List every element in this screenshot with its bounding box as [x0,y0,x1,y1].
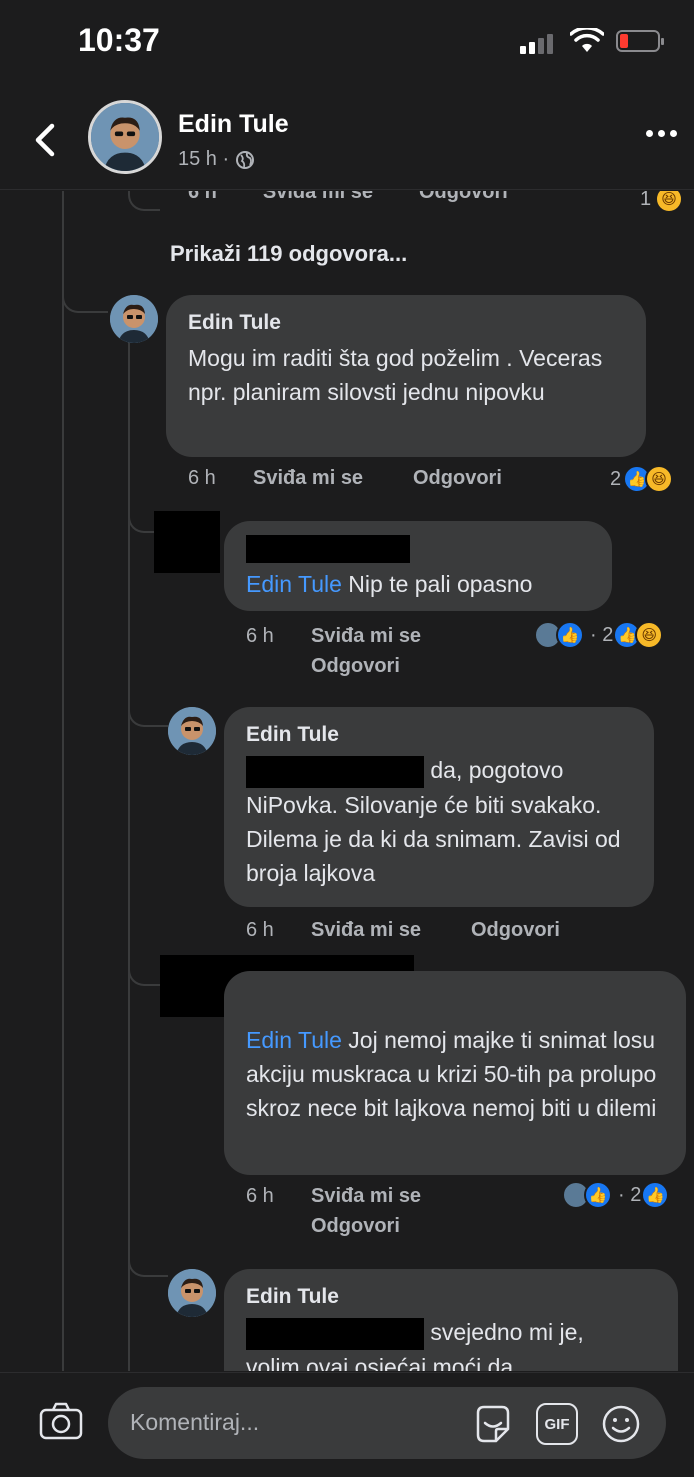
show-replies-link[interactable]: Prikaži 119 odgovora... [170,241,407,267]
truncated-actions: 6 h Sviđa mi se Odgovori [188,191,508,204]
globe-icon [236,150,255,169]
reply-button[interactable]: Odgovori [311,655,400,678]
reaction-summary: 2 👍 😆 [610,465,674,493]
post-header: Edin Tule 15 h · [0,90,694,190]
avatar[interactable] [110,295,158,343]
reaction-summary: 👍 · 2 👍 😆 [534,621,664,649]
status-bar: 10:37 [0,0,694,90]
comment-placeholder: Komentiraj... [130,1409,260,1435]
comment-text: svejedno mi je, volim ovaj osjećaj moći d… [246,1315,656,1371]
avatar[interactable] [168,1269,216,1317]
comment-text: da, pogotovo NiPovka. Silovanje će biti s… [246,753,632,890]
reaction-count: · 2 [590,623,614,646]
reply-button[interactable]: Odgovori [419,191,508,204]
reaction-count: 1 [640,191,652,210]
comment-bubble[interactable]: Edin Tule Joj nemoj majke ti snimat losu… [224,971,686,1175]
comment-bubble[interactable]: Edin Tule Nip te pali opasno [224,521,612,611]
comment-author[interactable]: Edin Tule [246,1285,656,1309]
comment-time: 6 h [246,625,274,647]
haha-icon: 😆 [655,191,684,213]
comment-time: 6 h [246,919,274,941]
comment-text-line: svejedno mi je, [430,1319,584,1345]
reaction-summary: 1 😆 [640,191,684,213]
like-icon: 👍 [641,1181,670,1209]
thread-connector [128,956,160,986]
comment-bubble[interactable]: Edin Tule Mogu im raditi šta god poželim… [166,295,646,457]
comment-input[interactable]: Komentiraj... GIF [108,1387,666,1459]
thread-connector [128,691,168,727]
comment-author[interactable]: Edin Tule [188,311,624,335]
like-button[interactable]: Sviđa mi se [253,467,363,490]
emoji-icon[interactable] [600,1403,642,1445]
comment-time: 6 h [246,1185,274,1207]
camera-icon[interactable] [38,1401,84,1441]
reaction-summary: 👍 · 2 👍 [562,1181,670,1209]
thread-line [62,191,64,1371]
reply-button[interactable]: Odgovori [413,467,502,490]
comment-bubble[interactable]: Edin Tule svejedno mi je, volim ovaj osje… [224,1269,678,1371]
like-button[interactable]: Sviđa mi se [311,919,421,942]
like-icon: 👍 [584,1181,612,1209]
comment-text: Edin Tule Joj nemoj majke ti snimat losu… [246,1023,664,1125]
comment-text-body: volim ovaj osjećaj moći da [246,1353,514,1371]
gif-icon[interactable]: GIF [536,1403,578,1445]
comment-text: Edin Tule Nip te pali opasno [246,567,590,601]
like-icon: 👍 [556,621,584,649]
thread-connector [128,191,160,211]
post-meta: 15 h · [178,148,255,171]
comment-time: 6 h [188,467,216,489]
reply-button[interactable]: Odgovori [311,1215,400,1238]
redacted-author [246,535,410,563]
avatar[interactable] [88,100,162,174]
comment-text-body: Nip te pali opasno [341,571,533,597]
redacted-avatar [154,511,220,573]
comment-composer: Komentiraj... GIF [0,1372,694,1477]
redacted-mention [246,755,424,788]
author-name[interactable]: Edin Tule [178,110,289,139]
redacted-mention [246,1317,424,1350]
thread-connector [128,511,154,533]
signal-icon [520,32,560,54]
haha-icon: 😆 [645,465,674,493]
reply-button[interactable]: Odgovori [471,919,560,942]
comment-thread: 6 h Sviđa mi se Odgovori 1 😆 Prikaži 119… [0,191,694,1371]
thread-line [128,331,130,1371]
haha-icon: 😆 [635,621,664,649]
comment-time: 6 h [188,191,217,203]
reaction-count: · 2 [618,1183,642,1206]
avatar[interactable] [168,707,216,755]
like-button[interactable]: Sviđa mi se [263,191,373,204]
comment-author[interactable]: Edin Tule [246,723,632,747]
sticker-icon[interactable] [472,1403,514,1445]
reaction-count: 2 [610,467,622,490]
thread-connector [128,1241,168,1277]
comment-text: Mogu im raditi šta god poželim . Veceras… [188,345,603,405]
comment-text-line: da, pogotovo [430,757,564,783]
wifi-icon [570,28,604,52]
ellipsis-icon[interactable] [646,130,677,137]
battery-icon [616,30,664,52]
like-button[interactable]: Sviđa mi se [311,625,421,648]
comment-bubble[interactable]: Edin Tule da, pogotovo NiPovka. Silovanje… [224,707,654,907]
thread-connector [62,261,108,313]
comment-text-body: NiPovka. Silovanje će biti svakako. Dile… [246,791,621,886]
chevron-left-icon[interactable] [30,120,60,160]
mention-link[interactable]: Edin Tule [246,1027,342,1053]
status-time: 10:37 [78,22,160,58]
post-time: 15 h · [178,148,230,170]
like-button[interactable]: Sviđa mi se [311,1185,421,1208]
gif-label: GIF [544,1415,570,1433]
mention-link[interactable]: Edin Tule [246,571,342,597]
